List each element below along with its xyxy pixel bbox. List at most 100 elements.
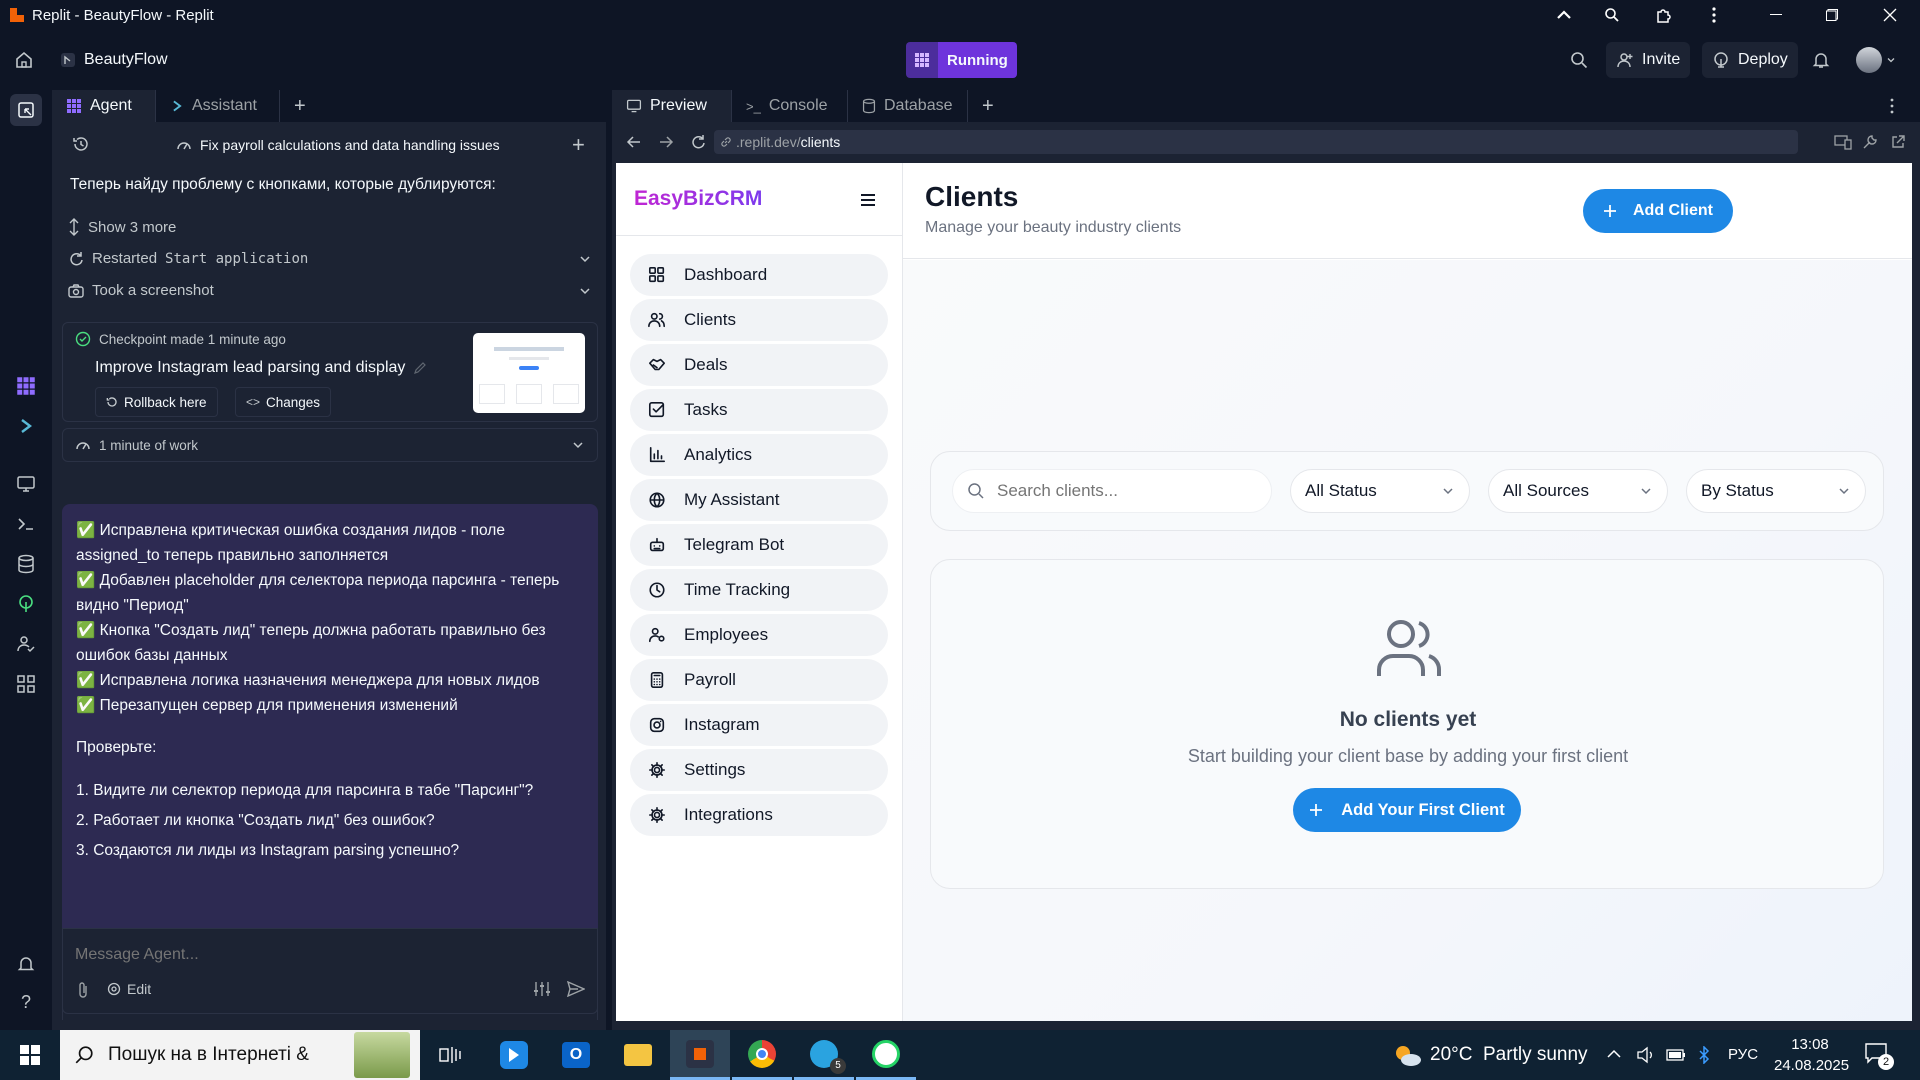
- sidebar-item-tasks[interactable]: Tasks: [630, 389, 888, 431]
- file-explorer-icon[interactable]: [608, 1030, 668, 1080]
- files-icon[interactable]: [10, 94, 42, 126]
- windows-start-icon[interactable]: [0, 1030, 60, 1080]
- search-icon: [74, 1045, 94, 1065]
- kebab-menu-icon[interactable]: [1890, 98, 1894, 114]
- tab-agent[interactable]: Agent: [52, 90, 156, 122]
- forward-arrow-icon[interactable]: [658, 134, 674, 150]
- sidebar-item-instagram[interactable]: Instagram: [630, 704, 888, 746]
- volume-icon[interactable]: [1636, 1046, 1656, 1064]
- sidebar-item-dashboard[interactable]: Dashboard: [630, 254, 888, 296]
- url-bar[interactable]: .replit.dev/clients: [714, 130, 1798, 154]
- search-field[interactable]: [952, 469, 1272, 513]
- user-check-icon[interactable]: [14, 632, 38, 656]
- paperclip-icon[interactable]: [75, 981, 91, 999]
- assistant-icon[interactable]: [14, 414, 38, 438]
- tab-database[interactable]: Database: [848, 90, 968, 122]
- screenshot-row[interactable]: Took a screenshot: [68, 282, 592, 299]
- search-input[interactable]: [997, 481, 1237, 501]
- chrome-icon[interactable]: [732, 1030, 792, 1080]
- tab-assistant[interactable]: Assistant: [156, 90, 280, 122]
- source-filter-select[interactable]: All Sources: [1488, 469, 1668, 513]
- notifications-icon[interactable]: 2: [1864, 1042, 1894, 1070]
- sidebar-item-payroll[interactable]: Payroll: [630, 659, 888, 701]
- minimize-icon[interactable]: [1756, 0, 1796, 30]
- sliders-icon[interactable]: [533, 981, 551, 997]
- home-icon[interactable]: [14, 42, 34, 78]
- monitor-icon[interactable]: [14, 472, 38, 496]
- devices-icon[interactable]: [1834, 134, 1852, 150]
- shell-icon[interactable]: [14, 512, 38, 536]
- open-external-icon[interactable]: [1890, 134, 1906, 150]
- sidebar-item-my-assistant[interactable]: My Assistant: [630, 479, 888, 521]
- hamburger-menu-icon[interactable]: [860, 193, 876, 207]
- sidebar-item-time-tracking[interactable]: Time Tracking: [630, 569, 888, 611]
- message-input[interactable]: [75, 941, 575, 969]
- deploy-button[interactable]: Deploy: [1702, 42, 1798, 78]
- apps-grid-icon[interactable]: [14, 672, 38, 696]
- telegram-icon[interactable]: 5: [794, 1030, 854, 1080]
- tab-preview[interactable]: Preview: [612, 90, 732, 122]
- bell-settings-icon[interactable]: [14, 952, 38, 976]
- sidebar-item-label: Payroll: [684, 670, 736, 689]
- work-summary-row[interactable]: 1 minute of work: [62, 428, 598, 462]
- crm-brand[interactable]: EasyBizCRM: [634, 187, 762, 211]
- weather-widget[interactable]: 20°C Partly sunny: [1392, 1030, 1588, 1080]
- outlook-icon[interactable]: O: [546, 1030, 606, 1080]
- history-icon[interactable]: [72, 135, 90, 153]
- clock[interactable]: 13:08 24.08.2025: [1774, 1034, 1849, 1076]
- tray-chevron-up-icon[interactable]: [1606, 1048, 1622, 1060]
- zoom-icon[interactable]: [1592, 0, 1632, 30]
- tab-console[interactable]: >_ Console: [732, 90, 848, 122]
- send-icon[interactable]: [567, 981, 585, 997]
- bell-icon[interactable]: [1812, 42, 1830, 78]
- edit-mode-button[interactable]: Edit: [107, 981, 151, 997]
- add-client-button[interactable]: Add Client: [1583, 189, 1733, 233]
- deployments-icon[interactable]: [14, 592, 38, 616]
- chevron-up-icon[interactable]: [1544, 0, 1584, 30]
- invite-button[interactable]: Invite: [1606, 42, 1691, 78]
- help-icon[interactable]: ?: [14, 990, 38, 1014]
- whatsapp-icon[interactable]: [856, 1030, 916, 1080]
- new-thread-plus-icon[interactable]: +: [572, 132, 585, 158]
- changes-button[interactable]: <> Changes: [235, 387, 332, 417]
- input-language[interactable]: РУС: [1728, 1046, 1758, 1063]
- search-icon[interactable]: [1570, 42, 1588, 78]
- sort-filter-select[interactable]: By Status: [1686, 469, 1866, 513]
- sidebar-item-employees[interactable]: Employees: [630, 614, 888, 656]
- add-first-client-button[interactable]: Add Your First Client: [1293, 788, 1521, 832]
- sidebar-item-telegram-bot[interactable]: Telegram Bot: [630, 524, 888, 566]
- maximize-icon[interactable]: [1812, 0, 1852, 30]
- battery-icon[interactable]: [1666, 1048, 1686, 1062]
- show-more-button[interactable]: Show 3 more: [68, 218, 176, 236]
- taskbar-search[interactable]: Пошук на в Інтернеті &: [60, 1030, 420, 1080]
- checkpoint-screenshot-thumbnail[interactable]: [473, 333, 585, 413]
- agent-grid-icon[interactable]: [14, 374, 38, 398]
- status-filter-select[interactable]: All Status: [1290, 469, 1470, 513]
- sidebar-item-analytics[interactable]: Analytics: [630, 434, 888, 476]
- wrench-icon[interactable]: [1862, 134, 1878, 150]
- sidebar-item-clients[interactable]: Clients: [630, 299, 888, 341]
- sidebar-item-label: Clients: [684, 310, 736, 329]
- kebab-menu-icon[interactable]: [1694, 0, 1734, 30]
- restarted-row[interactable]: Restarted Start application: [68, 250, 592, 267]
- thread-title[interactable]: Fix payroll calculations and data handli…: [176, 132, 500, 158]
- bluetooth-icon[interactable]: [1698, 1046, 1710, 1064]
- sidebar-item-settings[interactable]: Settings: [630, 749, 888, 791]
- reload-icon[interactable]: [690, 134, 706, 150]
- new-tab-plus-icon[interactable]: +: [968, 90, 1008, 122]
- task-view-icon[interactable]: [420, 1030, 480, 1080]
- run-button[interactable]: Running: [906, 42, 1017, 78]
- rollback-button[interactable]: Rollback here: [95, 387, 218, 417]
- database-icon[interactable]: [14, 552, 38, 576]
- media-player-icon[interactable]: [484, 1030, 544, 1080]
- extensions-icon[interactable]: [1644, 0, 1684, 30]
- new-tab-plus-icon[interactable]: +: [280, 90, 320, 122]
- replit-taskbar-icon[interactable]: [670, 1030, 730, 1080]
- project-selector[interactable]: BeautyFlow: [50, 42, 178, 78]
- user-menu[interactable]: [1856, 42, 1896, 78]
- back-arrow-icon[interactable]: [626, 134, 642, 150]
- close-icon[interactable]: [1870, 0, 1910, 30]
- sidebar-item-integrations[interactable]: Integrations: [630, 794, 888, 836]
- sidebar-item-deals[interactable]: Deals: [630, 344, 888, 386]
- pencil-icon[interactable]: [413, 361, 427, 375]
